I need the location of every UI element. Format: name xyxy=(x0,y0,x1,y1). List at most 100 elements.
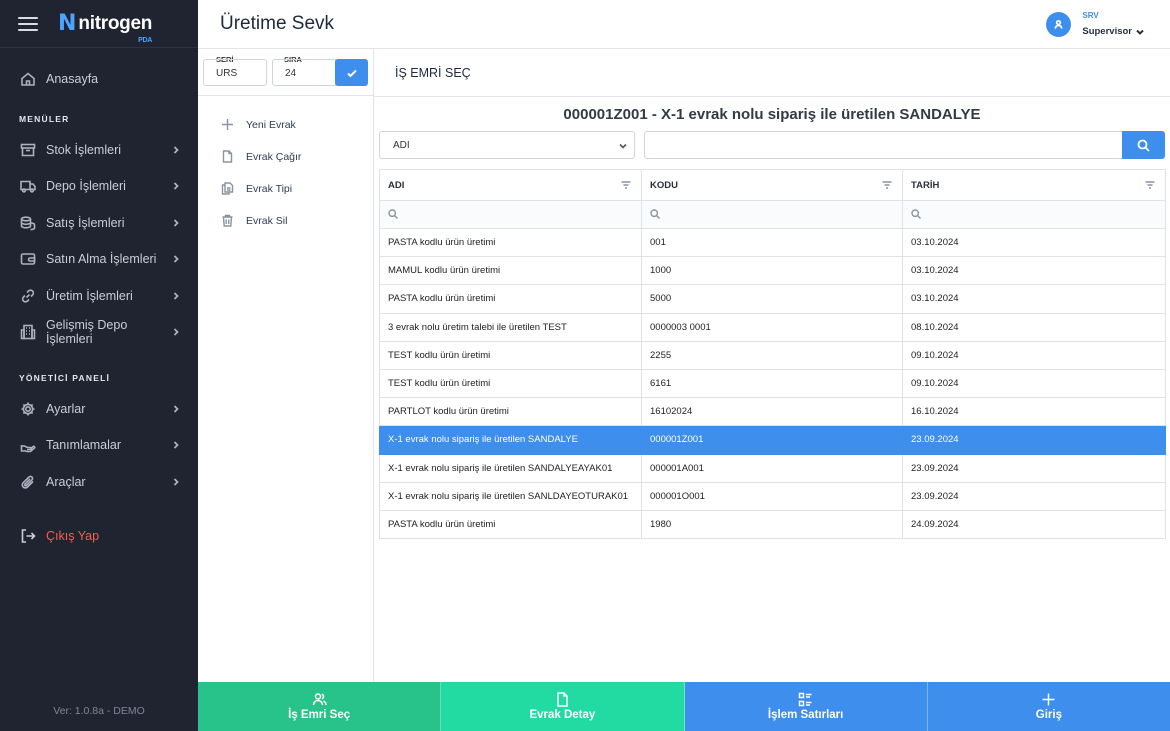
seri-input[interactable]: URS xyxy=(203,59,267,86)
entry-button[interactable]: Giriş xyxy=(927,682,1170,731)
chevron-down-icon xyxy=(619,143,627,149)
building-icon xyxy=(19,323,37,341)
table-row[interactable]: PASTA kodlu ürün üretimi 001 03.10.2024 xyxy=(379,227,1166,258)
filter-field-select[interactable]: ADI xyxy=(379,131,635,159)
search-button[interactable] xyxy=(1122,131,1165,159)
bottom-button-label: İşlem Satırları xyxy=(767,709,844,721)
sidebar-item-label: Araçlar xyxy=(46,474,86,489)
table-row[interactable]: MAMUL kodlu ürün üretimi 1000 03.10.2024 xyxy=(379,256,1166,286)
hand-icon xyxy=(19,436,37,454)
table-cell-kodu: 5000 xyxy=(641,284,903,314)
table-cell-adi: PASTA kodlu ürün üretimi xyxy=(379,227,642,258)
gear-icon xyxy=(19,400,37,418)
avatar xyxy=(1046,11,1072,37)
sira-input[interactable]: 24 xyxy=(272,59,336,86)
table-cell-tarih: 09.10.2024 xyxy=(902,368,1166,399)
sidebar-item-tanimlamalar[interactable]: Tanımlamalar xyxy=(0,427,198,464)
sidebar-item-uretim[interactable]: Üretim İşlemleri xyxy=(0,278,198,315)
table-row[interactable]: TEST kodlu ürün üretimi 6161 09.10.2024 xyxy=(379,368,1166,399)
plus-icon xyxy=(1042,693,1055,706)
table-row[interactable]: PASTA kodlu ürün üretimi 1980 24.09.2024 xyxy=(379,509,1166,540)
sidebar-item-gelismis-depo[interactable]: Gelişmiş Depo İşlemleri xyxy=(0,314,198,351)
table-cell-kodu: 1980 xyxy=(641,509,903,540)
bottom-action-bar: İş Emri Seç Evrak Detay İşlem Satırları … xyxy=(198,682,1170,731)
chevron-right-icon xyxy=(172,219,180,227)
column-filter-kodu[interactable] xyxy=(641,200,903,229)
table-row[interactable]: 3 evrak nolu üretim talebi ile üretilen … xyxy=(379,312,1166,342)
selected-order-title: 000001Z001 - X-1 evrak nolu sipariş ile … xyxy=(563,106,981,123)
sidebar-item-stok[interactable]: Stok İşlemleri xyxy=(0,132,198,169)
table-cell-tarih: 16.10.2024 xyxy=(902,397,1166,427)
table-cell-adi: MAMUL kodlu ürün üretimi xyxy=(379,256,642,286)
search-icon xyxy=(650,209,660,220)
chevron-right-icon xyxy=(172,182,180,190)
sidebar-item-label: Anasayfa xyxy=(46,72,99,87)
table-cell-adi: 3 evrak nolu üretim talebi ile üretilen … xyxy=(379,312,642,342)
link-icon xyxy=(19,287,37,305)
logo: N nitrogen PDA xyxy=(58,11,152,44)
sidebar-item-depo[interactable]: Depo İşlemleri xyxy=(0,168,198,205)
truck-icon xyxy=(19,177,37,195)
table-cell-adi: PARTLOT kodlu ürün üretimi xyxy=(379,397,642,427)
table-header-row: ADI KODU TARİH xyxy=(379,169,1166,201)
sidebar-item-araclar[interactable]: Araçlar xyxy=(0,464,198,501)
section-title: İŞ EMRİ SEÇ xyxy=(374,49,1170,97)
logout-label: Çıkış Yap xyxy=(46,529,100,544)
chevron-right-icon xyxy=(172,146,180,154)
plus-icon xyxy=(220,117,235,132)
logout-button[interactable]: Çıkış Yap xyxy=(0,518,198,555)
user-name: Supervisor xyxy=(1082,26,1144,37)
coins-icon xyxy=(19,214,37,232)
chevron-right-icon xyxy=(172,441,180,449)
search-input[interactable] xyxy=(644,131,1123,159)
table-row[interactable]: TEST kodlu ürün üretimi 2255 09.10.2024 xyxy=(379,340,1166,370)
chevron-down-icon xyxy=(1136,29,1144,35)
document-detail-button[interactable]: Evrak Detay xyxy=(441,682,685,731)
table-cell-kodu: 000001Z001 xyxy=(641,425,903,455)
table-cell-adi: TEST kodlu ürün üretimi xyxy=(379,368,642,399)
version-text: Ver: 1.0.8a - DEMO xyxy=(53,705,145,717)
sidebar-item-label: Gelişmiş Depo İşlemleri xyxy=(46,318,128,347)
table-row[interactable]: PASTA kodlu ürün üretimi 5000 03.10.2024 xyxy=(379,284,1166,314)
table-row[interactable]: X-1 evrak nolu sipariş ile üretilen SAND… xyxy=(379,425,1166,455)
sidebar-item-label: Üretim İşlemleri xyxy=(46,288,133,303)
table-cell-tarih: 23.09.2024 xyxy=(902,481,1166,511)
select-work-order-button[interactable]: İş Emri Seç xyxy=(198,682,442,731)
users-icon xyxy=(312,693,327,706)
sidebar-item-ayarlar[interactable]: Ayarlar xyxy=(0,391,198,428)
sidebar-item-label: Satış İşlemleri xyxy=(46,215,125,230)
table-row[interactable]: X-1 evrak nolu sipariş ile üretilen SAND… xyxy=(379,453,1166,483)
table-cell-kodu: 1000 xyxy=(641,256,903,286)
table-row[interactable]: PARTLOT kodlu ürün üretimi 16102024 16.10.… xyxy=(379,397,1166,427)
column-filter-adi[interactable] xyxy=(379,200,642,229)
trash-icon xyxy=(220,213,235,228)
home-icon xyxy=(19,70,37,88)
delete-document-button[interactable]: Evrak Sil xyxy=(220,213,287,228)
call-document-button[interactable]: Evrak Çağır xyxy=(220,149,301,164)
user-menu[interactable]: SRV Supervisor xyxy=(1046,11,1144,37)
chevron-right-icon xyxy=(172,405,180,413)
column-filter-tarih[interactable] xyxy=(902,200,1166,229)
hamburger-icon[interactable] xyxy=(18,16,38,31)
document-type-button[interactable]: Evrak Tipi xyxy=(220,181,292,196)
archive-icon xyxy=(19,141,37,159)
column-header-tarih[interactable]: TARİH xyxy=(902,169,1166,201)
sidebar-item-home[interactable]: Anasayfa xyxy=(0,61,198,98)
table-cell-kodu: 001 xyxy=(641,227,903,258)
table-row[interactable]: X-1 evrak nolu sipariş ile üretilen SANL… xyxy=(379,481,1166,511)
table-cell-adi: X-1 evrak nolu sipariş ile üretilen SAND… xyxy=(379,453,642,483)
transaction-lines-button[interactable]: İşlem Satırları xyxy=(684,682,928,731)
filter-icon xyxy=(882,181,892,189)
files-icon xyxy=(220,181,235,196)
logout-icon xyxy=(19,527,37,545)
sidebar-item-satis[interactable]: Satış İşlemleri xyxy=(0,205,198,242)
sidebar-item-label: Depo İşlemleri xyxy=(46,179,126,194)
sidebar-item-satin-alma[interactable]: Satın Alma İşlemleri xyxy=(0,241,198,278)
confirm-button[interactable] xyxy=(335,59,368,86)
table-cell-kodu: 2255 xyxy=(641,340,903,370)
new-document-button[interactable]: Yeni Evrak xyxy=(220,117,296,132)
column-header-adi[interactable]: ADI xyxy=(379,169,642,201)
action-label: Evrak Sil xyxy=(246,214,288,227)
table-cell-tarih: 03.10.2024 xyxy=(902,256,1166,286)
column-header-kodu[interactable]: KODU xyxy=(641,169,903,201)
